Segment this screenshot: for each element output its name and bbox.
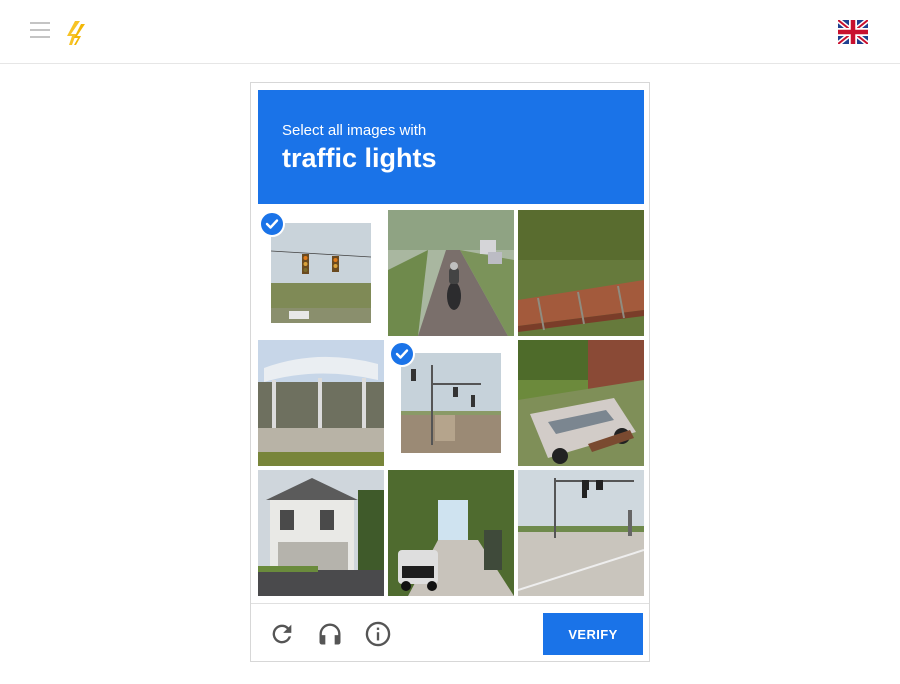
headphones-icon[interactable] <box>316 620 344 648</box>
captcha-footer: VERIFY <box>251 603 649 662</box>
captcha-tile-1[interactable] <box>258 210 384 336</box>
tile-image <box>518 340 644 466</box>
captcha-tile-9[interactable] <box>518 470 644 596</box>
tile-image <box>258 470 384 596</box>
tile-image <box>518 210 644 336</box>
uk-flag-icon[interactable] <box>838 20 868 44</box>
tile-image <box>401 353 501 453</box>
reload-icon[interactable] <box>268 620 296 648</box>
tile-image <box>271 223 371 323</box>
lightning-logo-icon[interactable] <box>66 20 88 46</box>
instruction-text: Select all images with <box>282 122 427 139</box>
top-bar <box>0 0 900 64</box>
captcha-instruction-header: Select all images with traffic lights <box>258 90 644 204</box>
tile-image <box>518 470 644 596</box>
info-icon[interactable] <box>364 620 392 648</box>
captcha-tile-5[interactable] <box>388 340 514 466</box>
captcha-tile-4[interactable] <box>258 340 384 466</box>
selected-check-icon <box>259 211 285 237</box>
captcha-tile-7[interactable] <box>258 470 384 596</box>
verify-button[interactable]: VERIFY <box>543 613 643 655</box>
tile-image <box>388 210 514 336</box>
instruction-target: traffic lights <box>282 143 437 173</box>
captcha-tile-6[interactable] <box>518 340 644 466</box>
captcha-tile-3[interactable] <box>518 210 644 336</box>
captcha-tile-8[interactable] <box>388 470 514 596</box>
menu-icon[interactable] <box>30 22 50 42</box>
captcha-tile-2[interactable] <box>388 210 514 336</box>
tile-image <box>388 470 514 596</box>
captcha-widget: Select all images with traffic lights VE… <box>250 82 650 662</box>
tile-image <box>258 340 384 466</box>
selected-check-icon <box>389 341 415 367</box>
